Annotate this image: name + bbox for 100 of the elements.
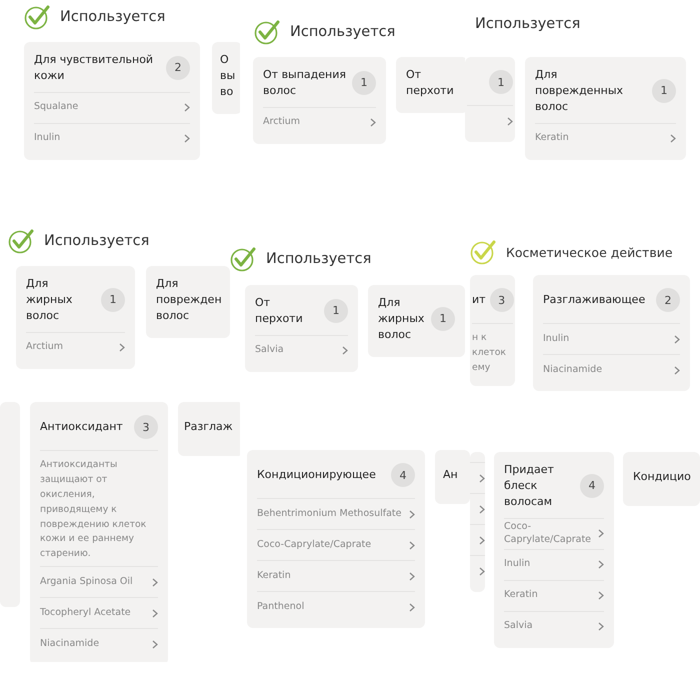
category-card[interactable]: Антиоксидант 3 Антиоксиданты защищают от окисления, приводящему к повреждению клеток кожи и ее раннему старению. Argania Spinosa Oil Tocopheryl Acetate Niacinamide — [30, 402, 168, 662]
chevron-icon — [152, 578, 158, 587]
category-card[interactable]: Для поврежденных волос 1 Keratin — [525, 57, 686, 160]
chevron-icon — [152, 640, 158, 649]
ingredient-item[interactable]: Niacinamide — [543, 354, 680, 385]
check-icon — [254, 19, 280, 45]
chevron-icon — [342, 346, 348, 356]
chevron-icon — [152, 608, 158, 618]
card-title: Для жирных волос — [26, 276, 74, 324]
category-card[interactable]: Для жирных волос 1 — [368, 285, 465, 357]
category-card[interactable]: ит 3 н к клеток ему — [470, 275, 515, 386]
count-badge: 1 — [101, 288, 125, 312]
card-title: Ан — [443, 467, 459, 483]
chevron-icon — [409, 602, 415, 612]
section-title: Используется — [475, 16, 580, 32]
chevron-icon — [119, 343, 125, 352]
category-card[interactable] — [470, 452, 485, 592]
count-badge: 1 — [489, 70, 513, 94]
category-card[interactable]: Ан — [435, 450, 470, 504]
ingredient-item[interactable]: Argania Spinosa Oil — [40, 566, 158, 598]
card-title: Для — [156, 276, 180, 292]
category-card[interactable]: Для чувствительной кожи 2 Squalane Inulin — [24, 42, 200, 160]
chevron-icon — [674, 334, 680, 344]
chevron-icon — [409, 572, 415, 580]
card-title: поврежден — [156, 292, 222, 308]
ingredient-item[interactable]: Tocopheryl Acetate — [40, 597, 158, 628]
chevron-icon — [598, 529, 604, 538]
ingredient-item[interactable]: Inulin — [543, 323, 680, 354]
card-title: О — [220, 52, 230, 68]
chevron-icon — [479, 474, 485, 482]
card-title: волос — [156, 308, 190, 324]
category-card[interactable]: О вы во — [212, 42, 240, 114]
card-description: н к клеток ему — [472, 323, 513, 376]
chevron-icon — [598, 560, 604, 570]
chevron-icon — [507, 116, 513, 126]
chevron-icon — [370, 118, 376, 128]
chevron-icon — [670, 134, 676, 144]
count-badge: 1 — [652, 78, 676, 103]
count-badge: 4 — [580, 474, 604, 498]
category-card[interactable]: Кондицио — [623, 452, 700, 506]
ingredient-item[interactable]: Salvia — [255, 334, 348, 366]
category-card[interactable]: От перхоти — [396, 57, 465, 113]
ingredient-item[interactable]: Keratin — [257, 560, 415, 591]
count-badge: 1 — [431, 306, 455, 331]
category-card[interactable]: 1 — [465, 57, 515, 142]
ingredient-item[interactable]: Niacinamide — [40, 628, 158, 660]
card-title: Придает блеск волосам — [504, 462, 555, 510]
ingredient-item[interactable]: Inulin — [34, 122, 190, 154]
card-title: От перхоти — [255, 295, 304, 327]
check-icon — [230, 246, 256, 272]
category-card[interactable]: От выпадения волос 1 Arctium — [253, 57, 386, 144]
category-card[interactable]: От перхоти 1 Salvia — [245, 285, 358, 372]
chevron-icon — [409, 540, 415, 550]
card-title: Антиоксидант — [40, 419, 124, 435]
chevron-icon — [479, 536, 485, 544]
chevron-icon — [479, 504, 485, 514]
card-title: Для поврежденных волос — [535, 67, 624, 115]
card-title: Разглаж — [184, 419, 234, 435]
chevron-icon — [598, 591, 604, 600]
category-card[interactable]: Кондиционирующее 4 Behentrimonium Methosulfate Coco-Caprylate/Caprate Keratin Panthenol — [247, 450, 425, 628]
count-badge: 3 — [134, 415, 158, 439]
count-badge: 3 — [490, 288, 514, 312]
ingredient-item[interactable]: Coco-Caprylate/Caprate — [504, 518, 604, 549]
ingredient-item[interactable]: Keratin — [535, 122, 676, 154]
category-card[interactable]: Для жирных волос 1 Arctium — [16, 266, 135, 369]
card-title: вы — [220, 68, 236, 84]
ingredient-item[interactable]: Behentrimonium Methosulfate — [257, 498, 415, 529]
category-card[interactable]: Придает блеск волосам 4 Coco-Caprylate/Caprate Inulin Keratin Salvia — [494, 452, 614, 648]
chevron-icon — [598, 622, 604, 632]
chevron-icon — [674, 366, 680, 374]
ingredient-item[interactable]: Keratin — [504, 580, 604, 611]
count-badge: 2 — [656, 288, 680, 312]
chevron-icon — [479, 566, 485, 576]
ingredient-item[interactable]: Arctium — [26, 332, 125, 363]
check-icon — [470, 239, 496, 265]
ingredient-item[interactable]: Coco-Caprylate/Caprate — [257, 529, 415, 560]
card-title: От перхоти — [406, 67, 455, 99]
category-card[interactable]: Разглаживающее 2 Inulin Niacinamide — [533, 275, 690, 391]
chevron-icon — [184, 134, 190, 144]
ingredient-item[interactable]: Salvia — [504, 610, 604, 642]
count-badge: 1 — [352, 70, 376, 95]
card-title: Разглаживающее — [543, 292, 646, 308]
ingredient-item[interactable]: Panthenol — [257, 591, 415, 622]
ingredient-item[interactable]: Arctium — [263, 106, 376, 138]
chevron-icon — [184, 103, 190, 112]
section-title: Используется — [290, 24, 396, 40]
card-title: ит — [472, 292, 486, 308]
count-badge: 1 — [324, 298, 348, 323]
ingredient-item[interactable]: Inulin — [504, 548, 604, 580]
card-description: Антиоксиданты защищают от окисления, приводящему к повреждению клеток кожи и ее раннему старению. — [40, 450, 158, 562]
category-card[interactable]: Разглаж — [178, 402, 240, 456]
card-title: Кондиционирующее — [257, 467, 377, 483]
ingredient-item[interactable]: Squalane — [34, 92, 190, 123]
section-title: Используется — [60, 9, 166, 25]
section-title: Косметическое действие — [506, 244, 673, 260]
card-title: Для жирных волос — [378, 295, 426, 343]
chevron-icon — [409, 510, 415, 518]
category-card[interactable]: Для поврежден волос — [146, 266, 230, 338]
section-title: Используется — [266, 251, 372, 267]
card-title: Кондицио — [633, 469, 691, 485]
